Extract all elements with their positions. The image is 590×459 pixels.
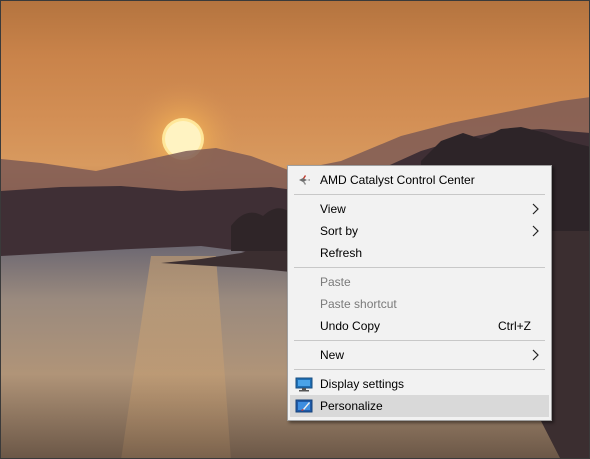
menu-item-view[interactable]: View — [288, 198, 551, 220]
undo-copy-shortcut: Ctrl+Z — [498, 319, 531, 333]
chevron-right-icon — [532, 203, 539, 215]
chevron-right-icon — [532, 349, 539, 361]
menu-item-new[interactable]: New — [288, 344, 551, 366]
menu-item-refresh[interactable]: Refresh — [288, 242, 551, 264]
menu-item-refresh-label: Refresh — [320, 246, 363, 260]
menu-item-paste-shortcut[interactable]: Paste shortcut — [288, 293, 551, 315]
menu-item-new-label: New — [320, 348, 345, 362]
menu-item-personalize[interactable]: Personalize — [290, 395, 549, 417]
amd-catalyst-icon — [299, 175, 310, 185]
menu-separator — [294, 194, 545, 195]
menu-item-undo-copy[interactable]: Undo Copy Ctrl+Z — [288, 315, 551, 337]
desktop[interactable]: AMD Catalyst Control Center View Sort by… — [0, 0, 590, 459]
menu-separator — [294, 267, 545, 268]
menu-item-sort-by[interactable]: Sort by — [288, 220, 551, 242]
chevron-right-icon — [532, 225, 539, 237]
menu-item-sort-by-label: Sort by — [320, 224, 359, 238]
menu-item-paste-label: Paste — [320, 275, 351, 289]
menu-item-view-label: View — [320, 202, 346, 216]
menu-item-paste-shortcut-label: Paste shortcut — [320, 297, 397, 311]
menu-item-display-settings-label: Display settings — [320, 377, 405, 391]
monitor-icon — [295, 377, 313, 392]
menu-separator — [294, 340, 545, 341]
menu-item-amd-catalyst-label: AMD Catalyst Control Center — [320, 173, 475, 187]
menu-separator — [294, 369, 545, 370]
desktop-context-menu: AMD Catalyst Control Center View Sort by… — [287, 165, 552, 421]
personalize-icon — [295, 399, 313, 413]
menu-item-undo-copy-label: Undo Copy — [320, 319, 381, 333]
menu-item-personalize-label: Personalize — [320, 399, 383, 413]
menu-item-display-settings[interactable]: Display settings — [288, 373, 551, 395]
menu-item-amd-catalyst[interactable]: AMD Catalyst Control Center — [288, 169, 551, 191]
menu-item-paste[interactable]: Paste — [288, 271, 551, 293]
